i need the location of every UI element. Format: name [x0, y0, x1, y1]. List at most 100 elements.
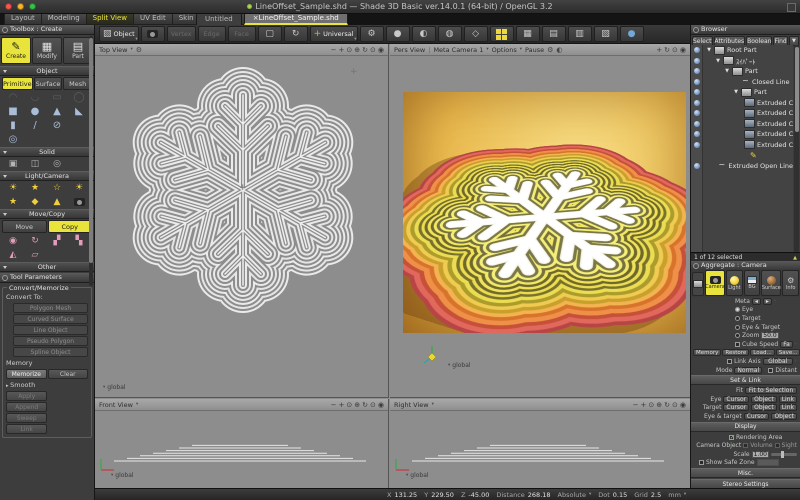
- viewport-control-2[interactable]: ⊙: [346, 401, 352, 409]
- layout-four-button[interactable]: ▧: [594, 26, 618, 42]
- primitive-rect-icon[interactable]: ▭: [46, 91, 68, 105]
- primitive-tab[interactable]: Primitive: [2, 77, 33, 90]
- viewport-control-3[interactable]: ◉: [680, 46, 686, 54]
- front-global-label[interactable]: ▾global: [111, 472, 134, 479]
- meta-dropdown-icon[interactable]: ▾: [774, 299, 776, 304]
- visibility-dot[interactable]: [694, 142, 700, 148]
- viewport-control-5[interactable]: ⊙: [370, 401, 376, 409]
- copy-rotate-icon[interactable]: ↻: [24, 234, 46, 248]
- top-global-label[interactable]: ▾global: [103, 384, 126, 391]
- visibility-dot[interactable]: [694, 89, 700, 95]
- eye-target-cursor-button[interactable]: Cursor: [744, 413, 770, 420]
- edge-mode-button[interactable]: Edge: [198, 26, 226, 42]
- viewport-control-6[interactable]: ◉: [378, 401, 384, 409]
- modify-tool-button[interactable]: ▦Modify: [32, 37, 62, 64]
- link-axis-select[interactable]: Global: [763, 358, 793, 365]
- convert-pseudo-polygon-button[interactable]: Pseudo Polygon: [13, 336, 88, 346]
- tool-settings-button[interactable]: ⚙: [360, 26, 384, 42]
- pers-view-label[interactable]: Pers View: [394, 46, 425, 54]
- link-axis-checkbox[interactable]: [727, 359, 732, 364]
- view-dropdown-icon[interactable]: ▾: [130, 47, 132, 52]
- convert-spline-object-button[interactable]: Spline Object: [13, 347, 88, 357]
- aggregate-tab-bg[interactable]: BG: [744, 270, 761, 296]
- panel-collapse-icon[interactable]: [2, 275, 8, 281]
- radio-target[interactable]: [735, 316, 740, 321]
- copy-tab[interactable]: Copy: [48, 220, 93, 233]
- expander-icon[interactable]: ▼: [706, 47, 712, 53]
- aggregate-tab-light[interactable]: Light: [726, 270, 743, 296]
- viewport-control-1[interactable]: +: [339, 46, 345, 54]
- tree-row[interactable]: Extruded Closed: [703, 129, 793, 140]
- viewport-control-3[interactable]: ⊕: [354, 401, 360, 409]
- close-window-button[interactable]: [5, 3, 12, 10]
- primitive-sphere-icon[interactable]: ●: [24, 105, 46, 119]
- vertex-mode-button[interactable]: Vertex: [167, 26, 196, 42]
- browser-scrollbar-thumb[interactable]: [795, 47, 799, 132]
- chevron-down-icon[interactable]: ▾: [795, 359, 797, 364]
- front-view-label[interactable]: Front View: [99, 401, 133, 409]
- tree-row[interactable]: ✎: [703, 150, 793, 161]
- visibility-dot[interactable]: [694, 58, 700, 64]
- surface-tab[interactable]: Surface: [34, 77, 63, 90]
- tree-row[interactable]: ~Closed Line: [703, 77, 793, 88]
- right-viewport[interactable]: Right View▾ −+⊙⊕↻⊙◉ ▾global: [390, 399, 690, 488]
- target-link-button[interactable]: Link: [779, 404, 797, 411]
- chevron-down-icon[interactable]: ▾: [795, 342, 797, 347]
- viewport-control-4[interactable]: ↻: [664, 401, 670, 409]
- tree-row[interactable]: Extruded Closed: [703, 98, 793, 109]
- viewport-control-2[interactable]: ⊙: [672, 46, 678, 54]
- convert-curved-surface-button[interactable]: Curved Surface: [13, 314, 88, 324]
- sight-checkbox[interactable]: [775, 443, 780, 448]
- aggregate-pin-icon[interactable]: [692, 272, 704, 296]
- pers-global-label[interactable]: ▾global: [448, 362, 471, 369]
- shading-icon[interactable]: ◐: [556, 46, 562, 54]
- viewport-control-3[interactable]: ⊕: [354, 46, 360, 54]
- target-object-button[interactable]: Object: [751, 404, 777, 411]
- viewport-control-1[interactable]: +: [641, 401, 647, 409]
- viewport-control-0[interactable]: +: [656, 46, 662, 54]
- primitive-cube-icon[interactable]: ■: [2, 105, 24, 119]
- copy-scale-icon[interactable]: ▞: [46, 234, 68, 248]
- line-light-icon[interactable]: ◆: [24, 195, 46, 209]
- move-copy-section-bar[interactable]: Move/Copy: [0, 209, 94, 219]
- camera-view-button[interactable]: [141, 26, 165, 42]
- aggregate-tab-surface[interactable]: Surface: [761, 270, 781, 296]
- toolbox-scrollbar-thumb[interactable]: [89, 38, 93, 263]
- visibility-dot[interactable]: [694, 100, 700, 106]
- tree-row[interactable]: ▼Root Part: [703, 45, 793, 56]
- convert-polygon-mesh-button[interactable]: Polygon Mesh: [13, 303, 88, 313]
- viewport-control-4[interactable]: ↻: [362, 401, 368, 409]
- viewport-control-5[interactable]: ⊙: [370, 46, 376, 54]
- tree-row[interactable]: Extruded Closed: [703, 108, 793, 119]
- solid-cup-icon[interactable]: ◫: [24, 157, 46, 171]
- set-link-section[interactable]: Set & Link: [691, 375, 800, 385]
- camera-create-icon[interactable]: [68, 195, 90, 209]
- tree-row[interactable]: ▼Part: [703, 66, 793, 77]
- fullscreen-button[interactable]: [787, 3, 796, 12]
- rotate-tool-button[interactable]: ↻: [284, 26, 308, 42]
- smooth-link-button[interactable]: Link: [6, 424, 47, 434]
- viewport-control-0[interactable]: −: [331, 46, 337, 54]
- primitive-cylinder-icon[interactable]: ▮: [2, 119, 24, 133]
- target-cursor-button[interactable]: Cursor: [723, 404, 749, 411]
- browser-header[interactable]: Browser: [691, 25, 800, 35]
- top-viewport[interactable]: Top View▾ ⚙ −+⊙⊕↻⊙◉ + + ▾global: [95, 44, 389, 398]
- visibility-dot[interactable]: [694, 131, 700, 137]
- gray-sphere-button[interactable]: ●: [386, 26, 410, 42]
- cube-speed-checkbox[interactable]: [735, 342, 740, 347]
- primitive-arc-icon[interactable]: ◠: [2, 91, 24, 105]
- smooth-apply-button[interactable]: Apply: [6, 391, 47, 401]
- camera-load-button[interactable]: Load...: [750, 349, 774, 356]
- area-light-icon[interactable]: ★: [2, 195, 24, 209]
- camera-selector[interactable]: Meta Camera 1: [433, 46, 483, 54]
- collapse-panel-icon[interactable]: ▲: [793, 255, 797, 261]
- grid-toggle-button[interactable]: ▦: [516, 26, 540, 42]
- tree-row[interactable]: Extruded Closed: [703, 119, 793, 130]
- radio-zoom[interactable]: [735, 333, 740, 338]
- spot-light-icon[interactable]: ★: [24, 181, 46, 195]
- panel-collapse-icon[interactable]: [2, 27, 8, 33]
- object-section-bar[interactable]: Object: [0, 66, 94, 76]
- expander-icon[interactable]: ▼: [715, 58, 721, 64]
- mesh-tab[interactable]: Mesh: [63, 77, 92, 90]
- point-light-icon[interactable]: ☀: [2, 181, 24, 195]
